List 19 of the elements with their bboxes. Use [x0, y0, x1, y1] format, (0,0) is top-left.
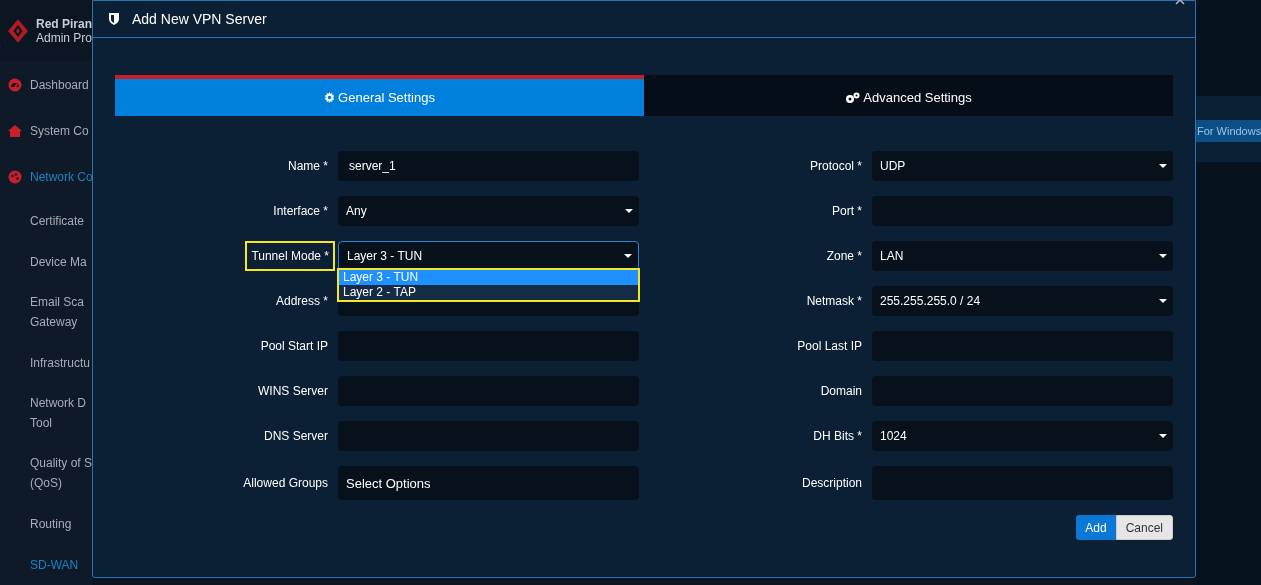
- field-label: Address *: [274, 293, 328, 310]
- field-label: Interface *: [272, 203, 328, 220]
- field-label: Pool Last IP: [796, 338, 862, 355]
- field-label: Pool Start IP: [259, 338, 328, 355]
- field-label: Allowed Groups: [242, 475, 328, 492]
- field-label: DH Bits *: [812, 428, 862, 445]
- field-label: Description: [800, 475, 862, 492]
- field-label: Tunnel Mode *: [245, 241, 335, 271]
- profile-label: Admin Pro: [35, 30, 92, 45]
- field-label: Zone *: [825, 248, 862, 265]
- field-label: Netmask *: [805, 293, 862, 310]
- field-label: WINS Server: [257, 383, 328, 400]
- field-label: Protocol *: [808, 158, 862, 175]
- field-label: Domain: [819, 383, 862, 400]
- brand-name: Red Piran: [35, 16, 92, 31]
- dialog-title: Add New VPN Server: [132, 9, 267, 29]
- field-label: DNS Server: [263, 428, 328, 445]
- field-label: Port *: [831, 203, 862, 220]
- field-label: Name *: [287, 158, 328, 175]
